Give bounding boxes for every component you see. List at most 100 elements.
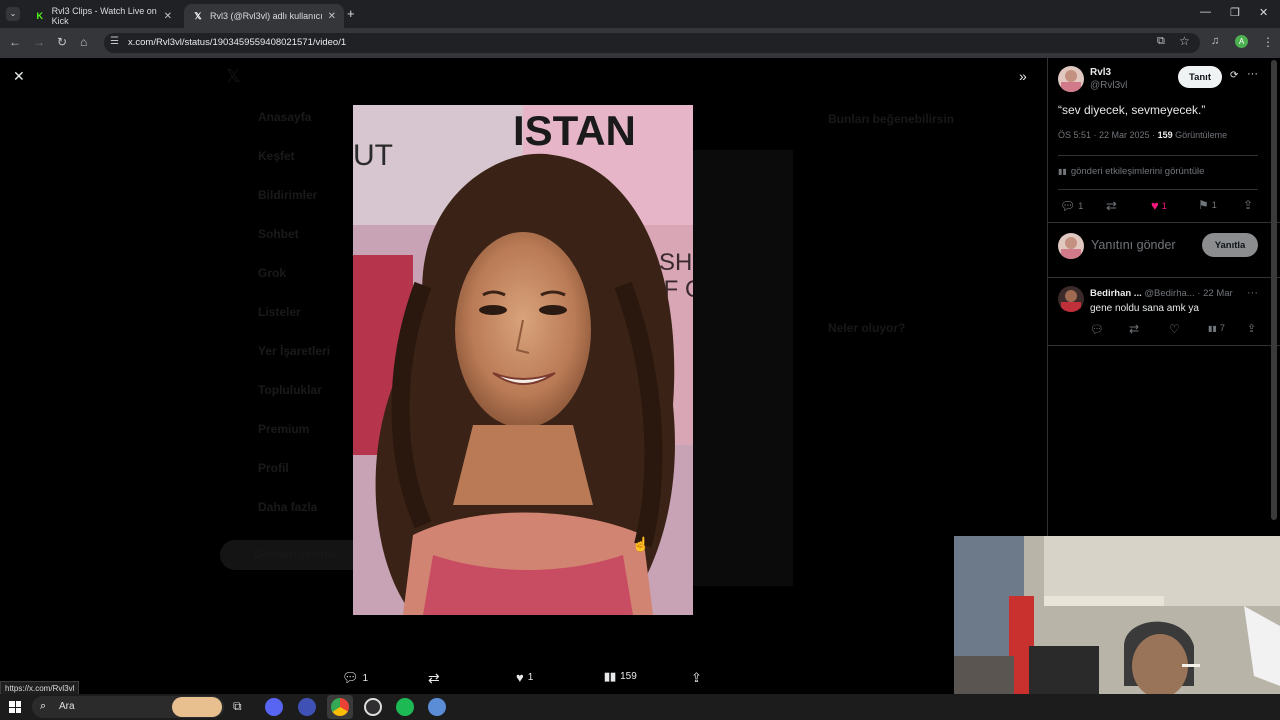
reply-more-icon[interactable]: ··· (1247, 287, 1258, 299)
avatar-image (1061, 237, 1081, 259)
profile-avatar[interactable]: A (1235, 35, 1248, 48)
restore-icon[interactable]: ❐ (1230, 6, 1240, 19)
repost-icon: ⇄ (428, 670, 440, 686)
background-suggest-title: Bunları beğenebilirsin (828, 112, 955, 126)
author-avatar[interactable] (1058, 66, 1084, 92)
webcam-image (954, 536, 1280, 720)
svg-text:UT: UT (353, 139, 393, 172)
reply-author-avatar[interactable] (1058, 286, 1084, 312)
follow-button[interactable]: Tanıt (1178, 66, 1222, 88)
home-icon[interactable]: ⌂ (80, 35, 87, 49)
tab-title: Rvl3 Clips - Watch Live on Kick (51, 6, 157, 26)
search-icon: ⌕ (40, 700, 47, 712)
install-app-icon[interactable]: ⧉ (1157, 35, 1165, 48)
tweet-time[interactable]: ÖS 5:51 · 22 Mar 2025 · (1058, 130, 1155, 140)
reply-icon: 💬︎ (1090, 324, 1104, 336)
more-options-icon[interactable]: ··· (1247, 68, 1258, 80)
tab-x[interactable]: 𝕏 Rvl3 (@Rvl3vl) adlı kullanıcının ✕ (184, 4, 344, 28)
tweet-text: “sev diyecek, sevmeyecek.” (1058, 103, 1206, 117)
app-icon[interactable] (428, 698, 446, 716)
reply-input[interactable]: Yanıtını gönder (1091, 238, 1176, 252)
browser-tab-bar: ⌄ K Rvl3 Clips - Watch Live on Kick ✕ 𝕏 … (0, 0, 1280, 28)
reply-handle[interactable]: @Bedirha... (1144, 288, 1194, 299)
new-tab-button[interactable]: + (347, 6, 355, 21)
panel-scrollbar[interactable] (1271, 60, 1277, 520)
nav-item: Keşfet (258, 149, 295, 163)
nav-item: Grok (258, 266, 287, 280)
reply-icon: 💬︎ (1060, 199, 1076, 213)
task-view-icon[interactable]: ⧉ (233, 699, 242, 714)
media-reply-button[interactable]: 💬︎ 1 (342, 670, 368, 686)
share-button[interactable]: ⇪ (1243, 198, 1253, 212)
close-window-icon[interactable]: ✕ (1259, 6, 1268, 19)
tab-kick[interactable]: K Rvl3 Clips - Watch Live on Kick ✕ (26, 4, 180, 28)
site-info-icon[interactable]: ☰ (110, 36, 119, 47)
grok-icon[interactable]: ⟳ (1230, 70, 1238, 81)
like-button[interactable]: ♥ 1 (1151, 198, 1167, 213)
chrome-icon[interactable] (331, 698, 349, 716)
close-tab-icon[interactable]: ✕ (328, 11, 336, 22)
analytics-icon: ▮▮ (604, 671, 617, 683)
minimize-icon[interactable]: — (1200, 6, 1211, 18)
divider (1047, 277, 1280, 278)
obs-icon[interactable] (364, 698, 382, 716)
repost-button[interactable]: ⇄ (1106, 198, 1117, 214)
avatar-image (1061, 290, 1081, 312)
discord-icon[interactable] (265, 698, 283, 716)
bookmark-icon: ⚑ (1198, 198, 1209, 212)
reply-share-button[interactable]: ⇪ (1247, 322, 1256, 335)
reply-views-count: 7 (1219, 323, 1225, 333)
windows-start-icon[interactable] (9, 701, 21, 713)
analytics-icon: ▮▮ (1058, 167, 1067, 176)
reply-display-name[interactable]: Bedirhan ... (1090, 288, 1142, 299)
repost-icon: ⇄ (1129, 322, 1140, 336)
reply-text: gene noldu sana amk ya (1090, 303, 1199, 314)
nav-item: Listeler (258, 305, 301, 319)
forward-icon[interactable]: → (33, 35, 45, 49)
heart-outline-icon: ♡ (1169, 322, 1180, 336)
menu-icon[interactable]: ⋮ (1262, 35, 1274, 49)
nav-item: Topluluklar (258, 383, 322, 397)
app-icon[interactable] (298, 698, 316, 716)
media-like-button[interactable]: ♥ 1 (516, 670, 533, 685)
media-control-icon[interactable]: ♫ (1211, 35, 1219, 47)
divider (1047, 222, 1280, 223)
close-tab-icon[interactable]: ✕ (164, 11, 172, 22)
reply-submit-button[interactable]: Yanıtla (1202, 233, 1258, 257)
reply-reply-button[interactable]: 💬︎ (1090, 323, 1104, 336)
media-share-button[interactable]: ⇪ (691, 670, 702, 686)
bookmark-star-icon[interactable]: ☆ (1179, 34, 1190, 48)
reload-icon[interactable]: ↻ (57, 35, 67, 49)
media-views-button[interactable]: ▮▮ 159 (604, 670, 637, 683)
x-icon: 𝕏 (194, 10, 202, 21)
reply-header: Bedirhan ... @Bedirha... · 22 Mar (1090, 288, 1233, 299)
bookmark-button[interactable]: ⚑ 1 (1198, 198, 1217, 212)
close-viewer-icon[interactable]: ✕ (13, 68, 25, 85)
reply-like-button[interactable]: ♡ (1169, 322, 1180, 336)
heart-icon: ♥ (1151, 198, 1159, 213)
url-text[interactable]: x.com/Rvl3vl/status/1903459559408021571/… (128, 37, 346, 48)
background-feed-column (693, 150, 793, 586)
reply-date[interactable]: · 22 Mar (1197, 288, 1232, 299)
engagements-link[interactable]: ▮▮ gönderi etkileşimlerini görüntüle (1058, 166, 1204, 177)
reply-repost-button[interactable]: ⇄ (1129, 322, 1139, 336)
nav-item: Anasayfa (258, 110, 312, 124)
kick-icon: K (36, 11, 44, 21)
author-handle[interactable]: @Rvl3vl (1090, 80, 1127, 91)
tweet-views-count: 159 (1157, 130, 1173, 140)
reply-views-button[interactable]: ▮▮ 7 (1208, 323, 1225, 333)
media-repost-button[interactable]: ⇄ (428, 670, 440, 687)
avatar-image (1061, 70, 1081, 92)
divider (1058, 189, 1258, 190)
author-display-name[interactable]: Rvl3 (1090, 67, 1111, 78)
reply-button[interactable]: 💬︎ 1 (1060, 199, 1083, 213)
webcam-overlay (954, 536, 1280, 720)
share-icon: ⇪ (691, 670, 702, 685)
tab-search-button[interactable]: ⌄ (6, 7, 20, 21)
collapse-panel-icon[interactable]: » (1019, 68, 1027, 84)
back-icon[interactable]: ← (9, 35, 21, 49)
background-post-label: Gönderi yayınla (254, 549, 337, 561)
own-avatar (1058, 233, 1084, 259)
spotify-icon[interactable] (396, 698, 414, 716)
nav-item: Bildirimler (258, 188, 318, 202)
